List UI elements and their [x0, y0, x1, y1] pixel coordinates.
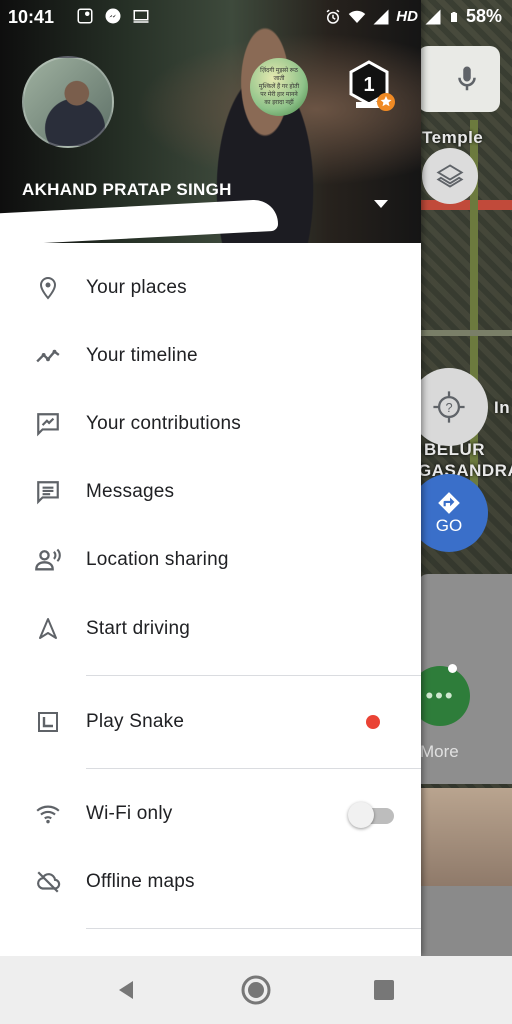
notification-dot — [448, 664, 457, 673]
navigation-drawer: ज़िंदगी मुझसे रूठ जाती मुश्किलें हैं गर … — [0, 0, 421, 956]
menu-item-play-snake[interactable]: Play Snake — [0, 692, 421, 752]
account-header[interactable]: ज़िंदगी मुझसे रूठ जाती मुश्किलें हैं गर … — [0, 0, 421, 243]
menu-label: Play Snake — [86, 711, 185, 732]
map-road — [420, 330, 512, 336]
menu-item-your-contributions[interactable]: Your contributions — [0, 394, 421, 454]
layers-button[interactable] — [422, 148, 478, 204]
menu-label: Messages — [86, 481, 175, 502]
microphone-icon[interactable] — [452, 64, 482, 94]
menu-item-messages[interactable]: Messages — [0, 462, 421, 522]
battery-percent: 58% — [465, 6, 502, 26]
my-location-button[interactable]: ? — [410, 368, 488, 446]
pin-icon — [39, 276, 57, 300]
svg-text:1: 1 — [363, 74, 374, 96]
menu-item-your-timeline[interactable]: Your timeline — [0, 326, 421, 386]
messenger-icon — [105, 8, 121, 24]
directions-icon — [438, 492, 460, 514]
home-button[interactable] — [240, 974, 272, 1006]
menu-label: Your timeline — [86, 345, 198, 366]
menu-label: Start driving — [86, 618, 190, 639]
message-icon — [37, 481, 59, 505]
more-dots-icon: ••• — [425, 683, 455, 708]
local-guide-badge-icon[interactable]: 1 — [349, 60, 395, 112]
map-label-in: In — [494, 398, 511, 417]
menu-label: Wi-Fi only — [86, 803, 173, 824]
status-time: 10:41 — [8, 7, 55, 27]
account-switcher-avatar[interactable]: ज़िंदगी मुझसे रूठ जाती मुश्किलें हैं गर … — [250, 58, 308, 116]
menu-item-wifi-only[interactable]: Wi-Fi only — [0, 784, 421, 844]
alarm-icon — [326, 9, 340, 24]
signal-icon — [373, 9, 389, 24]
chevron-down-icon[interactable] — [372, 198, 390, 210]
more-label: More — [420, 742, 459, 761]
menu-item-your-places[interactable]: Your places — [0, 258, 421, 318]
new-indicator-dot — [366, 715, 380, 729]
badge-text-line: मुश्किलें हैं गर होती — [258, 84, 300, 90]
menu-label: Location sharing — [86, 549, 229, 570]
menu-item-location-sharing[interactable]: Location sharing — [0, 530, 421, 590]
place-photo[interactable] — [418, 788, 512, 886]
wifi-icon — [36, 805, 60, 824]
divider — [86, 675, 421, 676]
signal-icon-2 — [425, 9, 441, 24]
map-road — [420, 200, 512, 210]
recents-icon — [374, 980, 394, 1000]
avatar[interactable] — [22, 56, 114, 148]
wifi-icon — [349, 10, 366, 23]
account-name: AKHAND PRATAP SINGH — [22, 180, 232, 199]
cast-icon — [133, 10, 149, 23]
menu-label: Your contributions — [86, 413, 241, 434]
offline-cloud-icon — [37, 871, 61, 893]
go-button[interactable]: GO — [410, 474, 488, 552]
menu-item-start-driving[interactable]: Start driving — [0, 599, 421, 659]
system-nav-bar — [0, 956, 512, 1024]
share-location-icon — [35, 548, 61, 571]
navigation-arrow-icon — [39, 618, 57, 639]
badge-text-line: पर मेरी हार मानने — [260, 92, 298, 98]
map-label-temple: Temple — [422, 128, 484, 147]
network-type: HD — [396, 8, 418, 25]
maps-notification-icon — [77, 8, 93, 24]
recents-button[interactable] — [368, 974, 400, 1006]
snake-game-icon — [38, 712, 58, 732]
timeline-icon — [36, 349, 60, 363]
home-icon — [241, 975, 271, 1005]
back-button[interactable] — [110, 974, 142, 1006]
battery-icon — [450, 11, 457, 22]
wifi-only-toggle[interactable] — [348, 802, 394, 828]
place-photo-lower — [418, 886, 512, 956]
menu-label: Offline maps — [86, 871, 195, 892]
location-target-icon: ? — [433, 391, 465, 423]
badge-text-line: ज़िंदगी मुझसे रूठ जाती — [260, 68, 298, 82]
svg-text:?: ? — [445, 400, 452, 415]
toggle-thumb — [348, 802, 374, 828]
badge-text-line: का इरादा नहीं — [264, 100, 294, 106]
divider — [86, 928, 421, 929]
status-bar: 10:41 HD 58% — [0, 0, 512, 34]
contribute-icon — [37, 413, 59, 437]
menu-label: Your places — [86, 277, 187, 298]
layers-icon — [436, 164, 464, 188]
divider — [86, 768, 421, 769]
back-icon — [119, 981, 133, 999]
menu-item-offline-maps[interactable]: Offline maps — [0, 852, 421, 912]
go-label: GO — [435, 516, 463, 535]
